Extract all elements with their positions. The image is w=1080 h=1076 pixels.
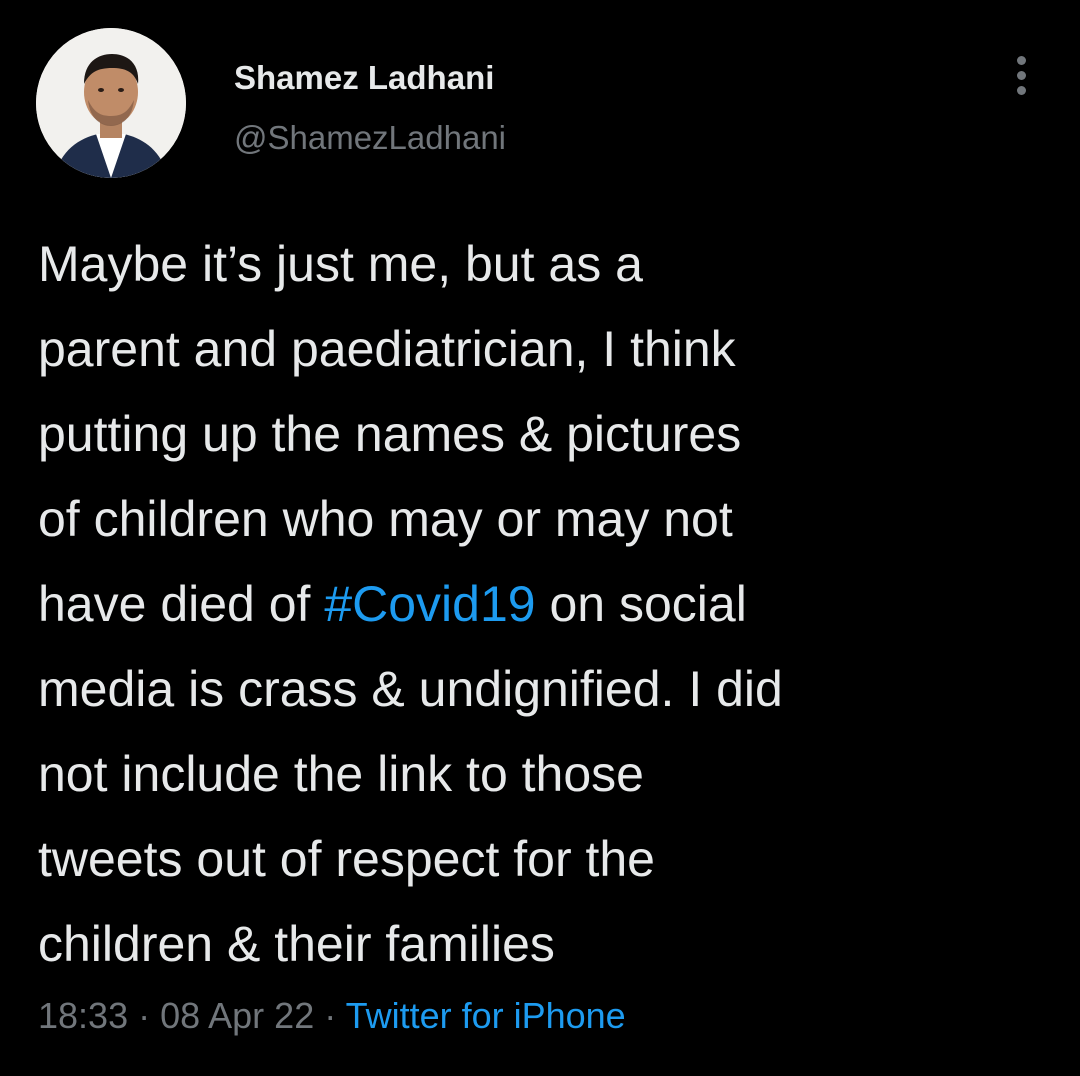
user-handle[interactable]: @ShamezLadhani: [234, 118, 506, 158]
meta-separator: ·: [314, 995, 346, 1036]
more-options-button[interactable]: [1012, 56, 1032, 96]
author-info: Shamez Ladhani @ShamezLadhani: [234, 58, 506, 158]
tweet-text: Maybe it’s just me, but as a parent and …: [38, 222, 1048, 987]
tweet-time[interactable]: 18:33: [38, 995, 128, 1036]
tweet-text-part: on social media is crass & undignified. …: [38, 576, 783, 972]
display-name[interactable]: Shamez Ladhani: [234, 58, 506, 98]
avatar[interactable]: [36, 28, 186, 178]
tweet-date[interactable]: 08 Apr 22: [160, 995, 314, 1036]
tweet-header: Shamez Ladhani @ShamezLadhani: [36, 28, 1046, 178]
more-dot: [1017, 56, 1026, 65]
hashtag-link[interactable]: #Covid19: [324, 576, 535, 632]
tweet-detail: Shamez Ladhani @ShamezLadhani Maybe it’s…: [0, 0, 1080, 1076]
tweet-text-part: Maybe it’s just me, but as a parent and …: [38, 236, 742, 632]
more-dot: [1017, 86, 1026, 95]
more-dot: [1017, 71, 1026, 80]
tweet-source-link[interactable]: Twitter for iPhone: [346, 995, 626, 1036]
avatar-photo: [36, 28, 186, 178]
tweet-meta: 18:33 · 08 Apr 22 · Twitter for iPhone: [38, 992, 626, 1040]
meta-separator: ·: [128, 995, 161, 1036]
